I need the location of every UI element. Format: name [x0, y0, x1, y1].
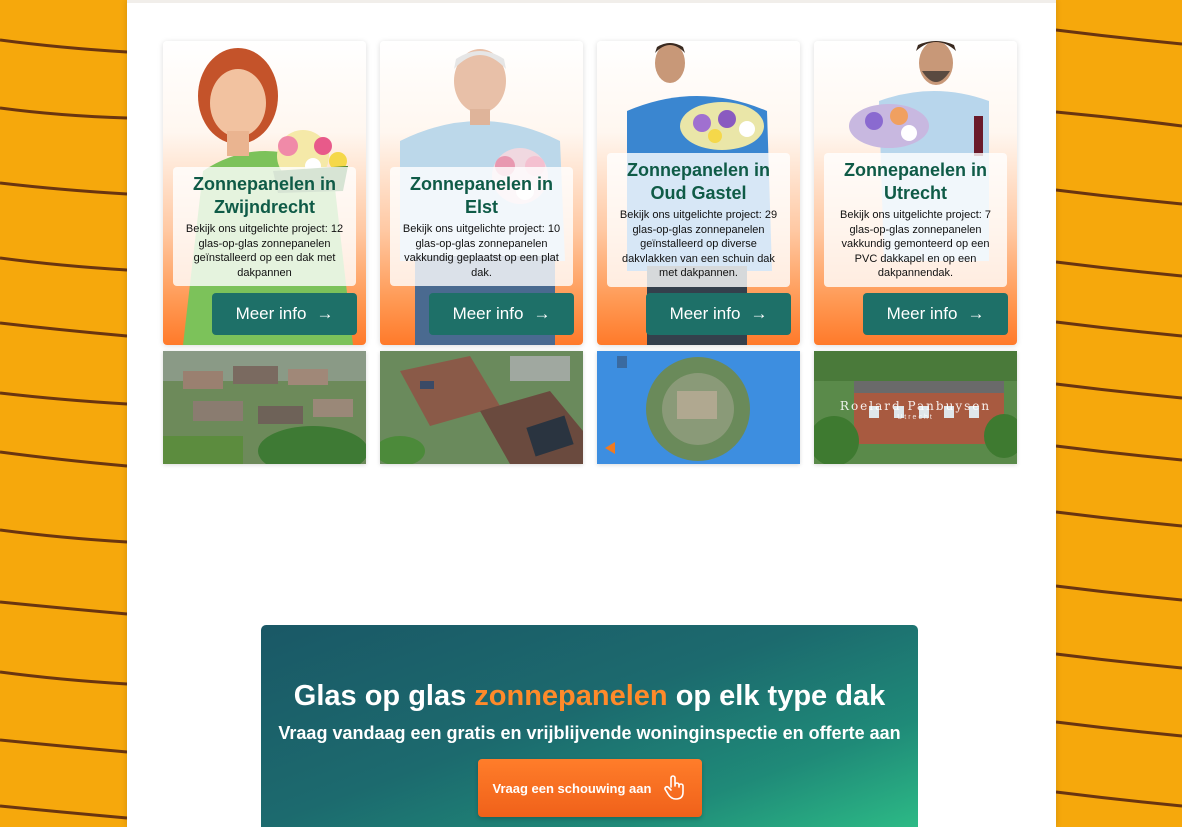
project-column: Zonnepanelen in Zwijndrecht Bekijk ons u…: [163, 41, 366, 464]
project-card[interactable]: Zonnepanelen in Elst Bekijk ons uitgelic…: [380, 41, 583, 345]
project-title: Zonnepanelen in Utrecht: [843, 160, 987, 203]
cta-title-accent: zonnepanelen: [474, 680, 668, 712]
cta-title-part1: Glas op glas: [293, 680, 475, 712]
arrow-right-icon: →: [750, 304, 768, 323]
meer-info-button[interactable]: Meer info →: [429, 293, 574, 335]
project-card[interactable]: Zonnepanelen in Oud Gastel Bekijk ons ui…: [597, 41, 800, 345]
cta-title: Glas op glas zonnepanelen op elk type da…: [261, 680, 918, 713]
project-aerial-photo[interactable]: [380, 351, 583, 464]
button-label: Meer info: [886, 304, 958, 323]
project-text-box: Zonnepanelen in Utrecht Bekijk ons uitge…: [824, 153, 1007, 287]
cta-banner: Glas op glas zonnepanelen op elk type da…: [261, 625, 918, 827]
project-column: Zonnepanelen in Oud Gastel Bekijk ons ui…: [597, 41, 800, 464]
project-column: Zonnepanelen in Utrecht Bekijk ons uitge…: [814, 41, 1017, 464]
button-label: Meer info: [669, 304, 741, 323]
project-description: Bekijk ons uitgelichte project: 7 glas-o…: [839, 209, 992, 279]
arrow-right-icon: →: [533, 304, 551, 323]
cta-button-label: Vraag een schouwing aan: [492, 780, 652, 796]
project-aerial-photo[interactable]: [597, 351, 800, 464]
meer-info-button[interactable]: Meer info →: [863, 293, 1008, 335]
arrow-right-icon: →: [967, 304, 985, 323]
cta-title-part2: op elk type dak: [667, 680, 886, 712]
button-label: Meer info: [235, 304, 307, 323]
photo-overlay-city: Utrecht: [897, 414, 934, 421]
project-aerial-photo[interactable]: Roelard Panbuysen Utrecht: [814, 351, 1017, 464]
meer-info-button[interactable]: Meer info →: [646, 293, 791, 335]
project-description: Bekijk ons uitgelichte project: 29 glas-…: [619, 209, 778, 279]
project-title: Zonnepanelen in Elst: [409, 174, 553, 217]
project-text-box: Zonnepanelen in Elst Bekijk ons uitgelic…: [390, 167, 573, 286]
project-title: Zonnepanelen in Zwijndrecht: [192, 174, 336, 217]
project-column: Zonnepanelen in Elst Bekijk ons uitgelic…: [380, 41, 583, 464]
project-description: Bekijk ons uitgelichte project: 12 glas-…: [185, 223, 344, 279]
project-aerial-photo[interactable]: [163, 351, 366, 464]
meer-info-button[interactable]: Meer info →: [212, 293, 357, 335]
arrow-right-icon: →: [316, 304, 334, 323]
project-description: Bekijk ons uitgelichte project: 10 glas-…: [402, 223, 561, 279]
cta-subtitle: Vraag vandaag een gratis en vrijblijvend…: [278, 723, 901, 743]
project-title: Zonnepanelen in Oud Gastel: [626, 160, 770, 203]
project-card[interactable]: Zonnepanelen in Utrecht Bekijk ons uitge…: [814, 41, 1017, 345]
button-label: Meer info: [452, 304, 524, 323]
project-text-box: Zonnepanelen in Zwijndrecht Bekijk ons u…: [173, 167, 356, 286]
project-card[interactable]: Zonnepanelen in Zwijndrecht Bekijk ons u…: [163, 41, 366, 345]
request-inspection-button[interactable]: Vraag een schouwing aan: [478, 759, 702, 817]
project-text-box: Zonnepanelen in Oud Gastel Bekijk ons ui…: [607, 153, 790, 287]
photo-overlay-name: Roelard Panbuysen: [839, 399, 992, 413]
pointer-hand-icon: [664, 775, 685, 800]
page-content: Zonnepanelen in Zwijndrecht Bekijk ons u…: [127, 0, 1056, 827]
project-cards: Zonnepanelen in Zwijndrecht Bekijk ons u…: [163, 41, 1017, 464]
